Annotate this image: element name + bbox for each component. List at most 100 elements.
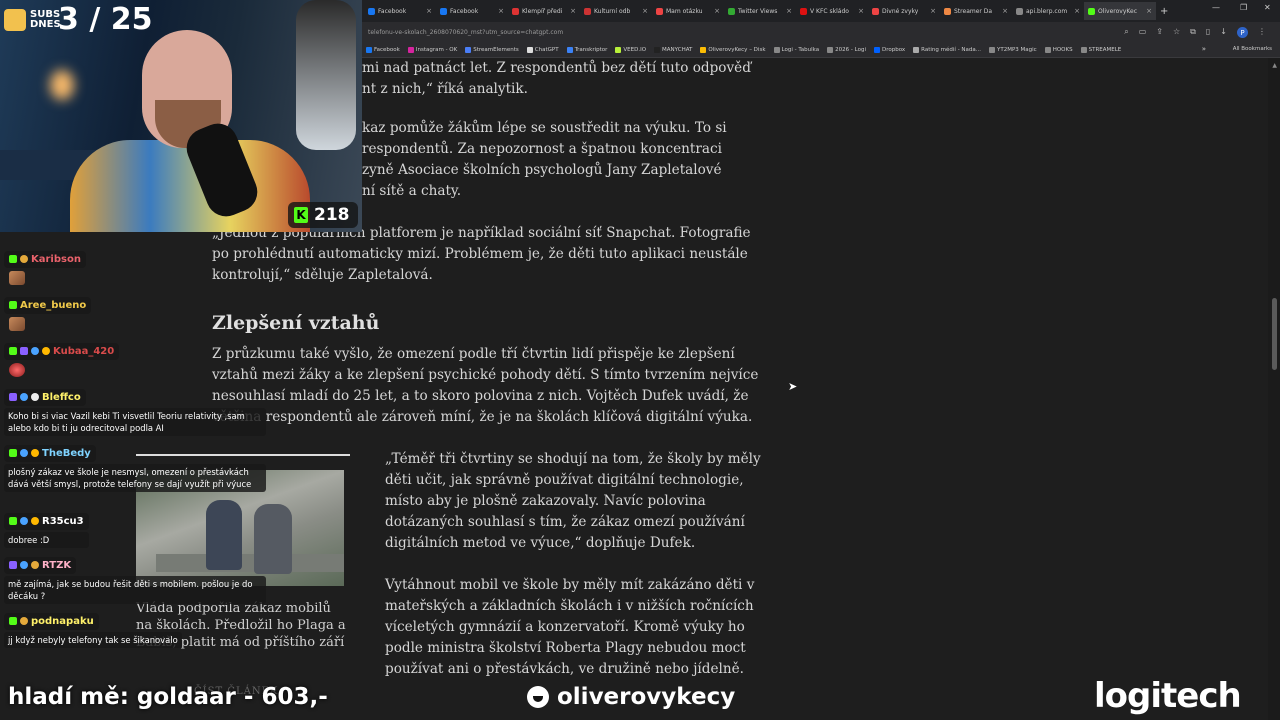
skull-badge-icon [31,393,39,401]
chat-message: Karibson [4,248,86,285]
bookmark-item[interactable]: StreamElements [465,46,519,53]
bookmark-item[interactable]: VEED.IO [615,46,646,53]
chat-username-tag: podnapaku [4,612,99,630]
profile-avatar[interactable]: P [1237,27,1248,38]
sub-badge-icon [20,255,28,263]
kick-badge-icon [9,255,17,263]
bookmark-item[interactable]: OliverovyKecy – Disk [700,46,766,53]
bookmark-item[interactable]: STREAMELE [1080,46,1121,53]
bookmark-item[interactable]: ChatGPT [526,46,559,53]
menu-icon[interactable]: ⋮ [1258,27,1266,38]
tab-label: OliverovyKec [1098,7,1138,15]
bookmark-item[interactable]: Rating médií - Nada... [913,46,981,53]
share-icon[interactable]: ⇪ [1156,27,1163,38]
close-icon[interactable]: × [1002,7,1008,15]
tab-label: Mam otázku [666,7,703,15]
bookmark-icon [465,46,472,53]
tab-facebook-2[interactable]: Facebook × [436,2,508,20]
sidebar-icon[interactable]: ▯ [1206,27,1210,38]
bookmark-label: Instagram - OK [415,46,458,53]
gift-badge-icon [20,393,28,401]
tab-oliverovykecy[interactable]: OliverovyKec × [1084,2,1156,20]
close-icon[interactable]: × [714,7,720,15]
site-icon [728,7,735,15]
bookmark-label: Transkriptor [574,46,608,53]
tab-label: Facebook [450,7,479,15]
sub-badge-icon [31,449,39,457]
bookmark-item[interactable]: Instagram - OK [407,46,458,53]
chat-message-text: jj když nebyly telefony tak se šikanoval… [4,631,182,648]
kick-badge-icon [9,301,17,309]
close-icon[interactable]: × [570,7,576,15]
bookmark-icon [654,46,661,53]
close-icon[interactable]: × [930,7,936,15]
minimize-icon[interactable]: — [1212,3,1220,12]
facebook-icon [368,7,375,15]
chat-message: R35cu3 dobree :D [4,510,89,548]
tab-label: Twitter Views [738,7,778,15]
bookmark-item[interactable]: 2026 - Logi [827,46,866,53]
url-field[interactable]: telefonu-ve-skolach_2608070620_mst?utm_s… [368,29,1068,36]
mod-badge-icon [9,393,17,401]
bookmark-item[interactable]: MANYCHAT [654,46,692,53]
close-window-icon[interactable]: ✕ [1264,3,1271,12]
channel-handle: oliverovykecy [557,684,736,710]
tab-klempir[interactable]: Klempíř předi × [508,2,580,20]
close-icon[interactable]: × [786,7,792,15]
bookmark-icon [773,46,780,53]
tab-blerp[interactable]: api.blerp.com × [1012,2,1084,20]
chat-message: Aree_bueno [4,294,92,331]
chat-username: TheBedy [42,447,91,459]
chat-username-tag: Aree_bueno [4,296,92,314]
bookmark-item[interactable]: Dropbox [873,46,905,53]
bookmark-icon [1044,46,1051,53]
chat-message: RTZK mě zajímá, jak se budou řešit děti … [4,554,266,604]
cast-icon[interactable]: ▭ [1139,27,1147,38]
chevron-right-icon[interactable]: » [1202,45,1206,53]
gift-badge-icon [20,449,28,457]
tab-kfc[interactable]: V KFC skládo × [796,2,868,20]
bookmark-icon [566,46,573,53]
tab-divne-zvyky[interactable]: Divné zvyky × [868,2,940,20]
bookmark-item[interactable]: YT2MP3 Magic [989,46,1037,53]
new-tab-button[interactable]: + [1160,6,1168,17]
star-icon[interactable]: ☆ [1173,27,1180,38]
extensions-icon[interactable]: ⧉ [1190,27,1196,38]
bookmark-item[interactable]: Facebook [366,46,400,53]
sub-badge-icon [20,617,28,625]
chat-username: podnapaku [31,615,94,627]
close-icon[interactable]: × [426,7,432,15]
tab-streamer[interactable]: Streamer Da × [940,2,1012,20]
close-icon[interactable]: × [642,7,648,15]
chat-username: Karibson [31,253,81,265]
bookmark-item[interactable]: Transkriptor [566,46,608,53]
tab-label: Divné zvyky [882,7,919,15]
site-icon [512,7,519,15]
bookmark-item[interactable]: HOOKS [1044,46,1073,53]
zoom-icon[interactable]: ⌕ [1124,27,1128,38]
scroll-up-icon[interactable]: ▲ [1272,62,1277,69]
close-icon[interactable]: × [1074,7,1080,15]
subs-icon [4,8,26,31]
bookmark-icon [700,46,707,53]
scrollbar-thumb[interactable] [1272,298,1277,370]
sponsor-logo: logitech [1094,676,1242,716]
emote-icon [9,316,25,331]
maximize-icon[interactable]: ❐ [1240,3,1247,12]
chat-username-tag: Kubaa_420 [4,342,120,360]
close-icon[interactable]: × [1146,7,1152,15]
tab-kulturni[interactable]: Kulturní odb × [580,2,652,20]
close-icon[interactable]: × [498,7,504,15]
scrollbar[interactable]: ▲ [1268,58,1280,720]
tab-mam-otazku[interactable]: Mam otázku × [652,2,724,20]
all-bookmarks-button[interactable]: All Bookmarks [1233,46,1272,52]
webcam-overlay: SUBS DNES 3 / 25 K 218 [0,0,362,232]
bookmark-icon [989,46,996,53]
download-icon[interactable]: ↓ [1220,27,1227,38]
bookmark-item[interactable]: Logi - Tabulka [773,46,819,53]
close-icon[interactable]: × [858,7,864,15]
tab-facebook-1[interactable]: Facebook × [364,2,436,20]
site-icon [872,7,879,15]
tab-twitter-views[interactable]: Twitter Views × [724,2,796,20]
chat-username: Bleffco [42,391,81,403]
